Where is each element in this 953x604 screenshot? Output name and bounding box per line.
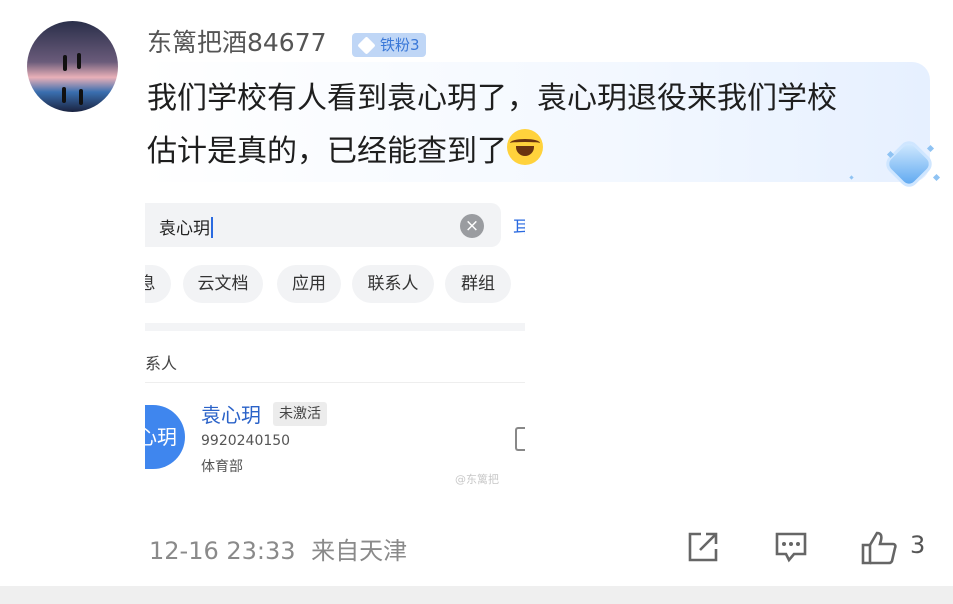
contact-avatar: 心玥 <box>145 405 185 469</box>
bottom-strip <box>0 586 953 604</box>
status-badge: 未激活 <box>273 402 327 426</box>
avatar-figure <box>77 53 81 69</box>
tab-contacts: 联系人 <box>352 265 434 303</box>
comment-text: 我们学校有人看到袁心玥了，袁心玥退役来我们学校 估计是真的，已经能查到了 <box>147 72 837 178</box>
like-icon[interactable] <box>860 530 898 566</box>
fan-badge-label: 铁粉3 <box>380 36 420 54</box>
search-value-text: 袁心玥 <box>159 219 210 239</box>
avatar-figure <box>79 89 83 105</box>
laughing-crying-emoji-icon <box>507 129 543 165</box>
clear-icon: × <box>460 214 484 238</box>
comment-line-2: 估计是真的，已经能查到了 <box>147 125 837 178</box>
embedded-screenshot[interactable]: 袁心玥 × 耳 息 云文档 应用 联系人 群组 系人 心玥 袁心玥 未激活 99… <box>145 195 525 495</box>
sparkle-icon <box>932 173 941 182</box>
tab-messages: 息 <box>145 265 171 303</box>
section-divider <box>145 323 525 331</box>
contact-department: 体育部 <box>201 459 243 475</box>
search-value: 袁心玥 <box>159 214 213 239</box>
comment-line-2-text: 估计是真的，已经能查到了 <box>147 134 507 169</box>
avatar-figure <box>63 55 67 71</box>
search-box: 袁心玥 × <box>145 203 501 247</box>
avatar-figure <box>62 87 66 103</box>
share-icon[interactable] <box>686 530 720 564</box>
timestamp: 12-16 23:33 <box>149 537 296 565</box>
message-icon <box>515 427 525 451</box>
image-watermark: @东篱把 <box>455 473 499 486</box>
tab-groups: 群组 <box>445 265 511 303</box>
user-avatar[interactable] <box>27 21 118 112</box>
divider <box>145 382 525 383</box>
contact-id: 9920240150 <box>201 433 291 449</box>
contact-name: 袁心玥 <box>201 403 261 427</box>
location: 来自天津 <box>311 537 408 565</box>
username[interactable]: 东篱把酒84677 <box>147 26 327 60</box>
comment-meta: 12-16 23:33 来自天津 <box>149 531 407 566</box>
comment-line-1: 我们学校有人看到袁心玥了，袁心玥退役来我们学校 <box>147 81 837 116</box>
like-count: 3 <box>910 531 926 559</box>
tab-apps: 应用 <box>277 265 341 303</box>
fan-badge[interactable]: 铁粉3 <box>352 33 426 57</box>
comment-icon[interactable] <box>774 530 808 564</box>
tab-cloud-docs: 云文档 <box>183 265 263 303</box>
section-title: 系人 <box>145 354 178 373</box>
cut-off-text: 耳 <box>513 218 525 238</box>
diamond-icon <box>357 35 376 55</box>
text-caret <box>211 217 213 238</box>
